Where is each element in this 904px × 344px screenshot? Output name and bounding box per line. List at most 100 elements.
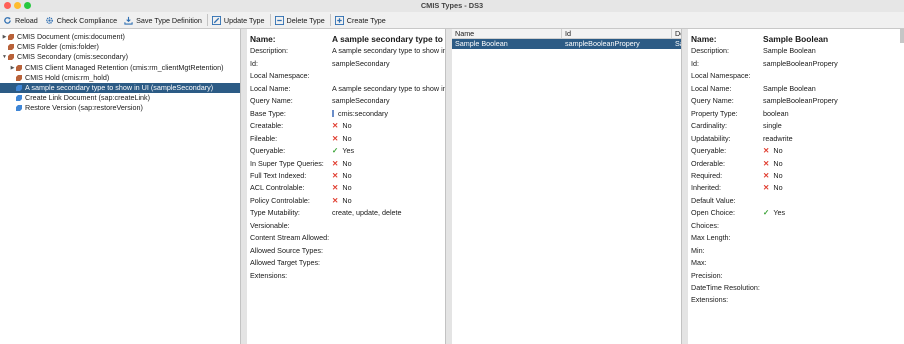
property-value-text: Sample Boolean xyxy=(763,34,829,44)
tree-item[interactable]: A sample secondary type to show in UI (s… xyxy=(0,83,240,93)
property-value: Sample Boolean xyxy=(763,34,828,44)
property-row: Base Type: cmis:secondary xyxy=(250,109,445,119)
property-label: Default Value: xyxy=(691,195,736,205)
table-header: Name Id De xyxy=(452,29,685,39)
type-tree[interactable]: ▶ CMIS Document (cmis:document) CMIS Folde… xyxy=(0,29,240,344)
property-row: Query Name: sampleSecondary xyxy=(250,96,445,106)
property-label: Precision: xyxy=(691,270,723,280)
column-header-id[interactable]: Id xyxy=(562,29,672,38)
reload-button[interactable]: Reload xyxy=(0,13,42,27)
toolbar: Reload Check Compliance Save Type Definiti… xyxy=(0,12,904,29)
column-header-name[interactable]: Name xyxy=(452,29,562,38)
property-label: Creatable: xyxy=(250,121,284,131)
save-type-definition-button[interactable]: Save Type Definition xyxy=(121,13,206,27)
property-label: Orderable: xyxy=(691,158,725,168)
property-value: sampleSecondary xyxy=(332,96,390,106)
expand-right-icon[interactable]: ▶ xyxy=(1,32,8,42)
property-row: Extensions: xyxy=(691,295,904,305)
property-label: Min: xyxy=(691,245,705,255)
property-row: Versionable: xyxy=(250,221,445,231)
property-value-text: readwrite xyxy=(763,133,793,143)
tree-item[interactable]: ▶ CMIS Document (cmis:document) xyxy=(1,32,125,42)
download-icon xyxy=(124,16,136,25)
property-value-text: No xyxy=(342,133,352,143)
property-details-panel: Name: Sample Boolean Description: Sample Bo… xyxy=(688,29,904,344)
tree-item[interactable]: Restore Version (sap:restoreVersion) xyxy=(9,103,143,113)
tree-item[interactable]: CMIS Hold (cmis:rm_hold) xyxy=(9,73,109,83)
property-row: Query Name: sampleBooleanPropery xyxy=(691,96,904,106)
toolbar-button-label: Create Type xyxy=(346,15,386,25)
property-row: Min: xyxy=(691,246,904,256)
tree-item[interactable]: Create Link Document (sap:createLink) xyxy=(9,93,150,103)
check-compliance-button[interactable]: Check Compliance xyxy=(42,13,121,27)
property-label: Extensions: xyxy=(250,270,288,280)
property-value-text: No xyxy=(342,183,352,193)
type-icon xyxy=(16,74,22,81)
tree-item-label: CMIS Client Managed Retention (cmis:rm_c… xyxy=(25,62,224,72)
property-value-text: No xyxy=(342,195,352,205)
property-value: ✕ No xyxy=(332,196,352,206)
tree-item-label: CMIS Document (cmis:document) xyxy=(17,32,125,41)
property-label: Id: xyxy=(691,58,699,68)
property-label: Full Text Indexed: xyxy=(250,170,307,180)
property-value: Sample Boolean xyxy=(763,46,816,56)
property-value: ✕ No xyxy=(332,171,352,181)
type-icon xyxy=(16,64,22,71)
property-value-text: boolean xyxy=(763,108,789,118)
property-value: Sample Boolean xyxy=(763,84,816,94)
update-type-button[interactable]: Update Type xyxy=(209,13,269,27)
property-label: Cardinality: xyxy=(691,121,727,131)
property-label: In Super Type Queries: xyxy=(250,158,324,168)
property-row: Creatable: ✕ No xyxy=(250,121,445,131)
toolbar-button-label: Delete Type xyxy=(286,15,325,25)
property-value: ✕ No xyxy=(763,159,783,169)
secondary-type-icon xyxy=(16,95,22,102)
property-value: ✕ No xyxy=(763,171,783,181)
tree-item-label: CMIS Hold (cmis:rm_hold) xyxy=(25,72,110,82)
table-row[interactable]: Sample Boolean sampleBooleanPropery Sa xyxy=(452,39,685,49)
delete-type-button[interactable]: Delete Type xyxy=(272,13,329,27)
property-label: Allowed Source Types: xyxy=(250,245,323,255)
tree-item[interactable]: ▼ CMIS Secondary (cmis:secondary) xyxy=(1,52,128,62)
property-label: Content Stream Allowed: xyxy=(250,233,330,243)
property-value-text: single xyxy=(763,121,782,131)
property-value-text: Yes xyxy=(773,208,786,218)
property-row: DateTime Resolution: xyxy=(691,283,904,293)
tree-item[interactable]: ▶ CMIS Client Managed Retention (cmis:rm_… xyxy=(9,63,224,73)
property-label: Queryable: xyxy=(250,146,286,156)
property-value: ✕ No xyxy=(332,183,352,193)
property-label: Description: xyxy=(691,46,729,56)
create-type-button[interactable]: Create Type xyxy=(332,13,390,27)
tree-item[interactable]: CMIS Folder (cmis:folder) xyxy=(1,42,99,52)
cross-icon: ✕ xyxy=(332,170,339,180)
toolbar-separator xyxy=(269,14,271,26)
property-value-text: No xyxy=(773,183,783,193)
property-row: Fileable: ✕ No xyxy=(250,134,445,144)
property-row: In Super Type Queries: ✕ No xyxy=(250,159,445,169)
minus-box-icon xyxy=(274,15,287,25)
property-label: DateTime Resolution: xyxy=(691,283,760,292)
tree-item-label: CMIS Secondary (cmis:secondary) xyxy=(17,52,129,62)
tree-item-label: CMIS Folder (cmis:folder) xyxy=(17,42,99,52)
property-row: Allowed Source Types: xyxy=(250,246,445,256)
property-row: Max: xyxy=(691,258,904,268)
property-label: Local Namespace: xyxy=(250,71,310,81)
property-label: Required: xyxy=(691,170,723,180)
property-value-text: No xyxy=(773,170,783,180)
cross-icon: ✕ xyxy=(763,170,770,180)
property-label: Type Mutability: xyxy=(250,208,300,218)
cross-icon: ✕ xyxy=(332,158,339,168)
expand-down-icon[interactable]: ▼ xyxy=(1,52,8,62)
property-value: ✕ No xyxy=(332,159,352,169)
expand-right-icon[interactable]: ▶ xyxy=(9,63,16,73)
property-row: Description: A sample secondary type to s… xyxy=(250,46,445,56)
property-value-text: sampleBooleanPropery xyxy=(763,58,838,68)
property-row: Orderable: ✕ No xyxy=(691,159,904,169)
window-title: CMIS Types - DS3 xyxy=(420,1,484,10)
property-table[interactable]: Name Id De Sample Boolean sampleBooleanP… xyxy=(452,29,685,344)
property-row: Updatability: readwrite xyxy=(691,134,904,144)
property-row: Queryable: ✓ Yes xyxy=(250,146,445,156)
property-label: Base Type: xyxy=(250,108,286,118)
property-row: Required: ✕ No xyxy=(691,171,904,181)
property-value: cmis:secondary xyxy=(332,109,388,119)
